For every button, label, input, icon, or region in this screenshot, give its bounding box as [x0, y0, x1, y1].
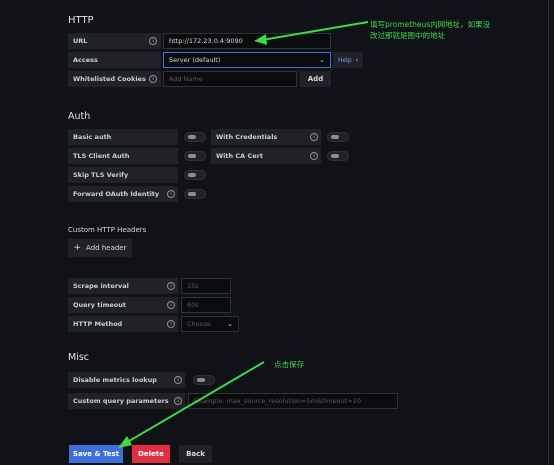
add-header-button[interactable]: + Add header	[68, 239, 132, 257]
query-timeout-input[interactable]: 60s	[181, 297, 231, 313]
back-button[interactable]: Back	[179, 445, 212, 463]
skip-tls-verify-label: Skip TLS Verify	[68, 167, 178, 183]
misc-section-title: Misc	[68, 352, 90, 363]
access-label: Access	[68, 52, 161, 68]
http-method-label: HTTP Method i	[68, 316, 178, 332]
forward-oauth-text: Forward OAuth Identity	[73, 190, 160, 198]
delete-button[interactable]: Delete	[132, 445, 170, 463]
with-ca-cert-label: With CA Cert i	[211, 148, 321, 164]
with-ca-cert-text: With CA Cert	[216, 152, 263, 160]
chevron-right-icon: ›	[355, 56, 359, 64]
with-credentials-label: With Credentials i	[211, 129, 321, 145]
right-edge-line	[548, 0, 549, 465]
help-button[interactable]: Help ›	[333, 52, 363, 68]
url-annotation-line2: 改过那就是图中的地址	[370, 31, 445, 40]
cookies-label: Whitelisted Cookies i	[68, 71, 161, 87]
info-icon: i	[310, 152, 318, 160]
cookies-input[interactable]: Add Name	[163, 71, 297, 87]
query-timeout-text: Query timeout	[73, 301, 126, 309]
url-label-text: URL	[73, 37, 88, 45]
with-credentials-toggle[interactable]	[327, 132, 349, 142]
help-label: Help	[337, 56, 352, 64]
skip-tls-verify-toggle[interactable]	[184, 170, 206, 180]
info-icon: i	[167, 301, 175, 309]
query-timeout-label: Query timeout i	[68, 297, 178, 313]
custom-query-label: Custom query parameters i	[68, 393, 185, 409]
save-test-button[interactable]: Save & Test	[69, 445, 123, 463]
custom-query-input[interactable]: Example: max_source_resolution=5m&timeou…	[188, 393, 398, 409]
url-annotation-note: 填写prometheus内网地址，如果没 改过那就是图中的地址	[370, 19, 490, 41]
custom-headers-title: Custom HTTP Headers	[68, 226, 147, 234]
info-icon: i	[167, 190, 175, 198]
http-method-select[interactable]: Choose ⌄	[181, 316, 239, 332]
disable-metrics-text: Disable metrics lookup	[73, 376, 157, 384]
url-annotation-line1: 填写prometheus内网地址，如果没	[370, 20, 491, 29]
http-method-value: Choose	[187, 320, 211, 328]
auth-section-title: Auth	[68, 111, 91, 122]
info-icon: i	[174, 397, 182, 405]
tls-client-auth-toggle[interactable]	[184, 151, 206, 161]
chevron-down-icon: ⌄	[227, 320, 233, 328]
scrape-interval-label: Scrape interval i	[68, 278, 178, 294]
add-cookie-button[interactable]: Add	[300, 71, 331, 87]
disable-metrics-label: Disable metrics lookup i	[68, 372, 185, 388]
info-icon: i	[310, 133, 318, 141]
url-input[interactable]: http://172.23.0.4:9090	[163, 33, 331, 49]
add-header-label: Add header	[86, 244, 127, 252]
url-label: URL i	[68, 33, 161, 49]
basic-auth-label: Basic auth	[68, 129, 178, 145]
info-icon: i	[167, 320, 175, 328]
with-ca-cert-toggle[interactable]	[327, 151, 349, 161]
info-icon: i	[174, 376, 182, 384]
custom-query-text: Custom query parameters	[73, 397, 169, 405]
scrape-interval-input[interactable]: 15s	[181, 278, 231, 294]
tls-client-auth-label: TLS Client Auth	[68, 148, 178, 164]
forward-oauth-toggle[interactable]	[184, 189, 206, 199]
http-method-text: HTTP Method	[73, 320, 123, 328]
scrape-interval-text: Scrape interval	[73, 282, 129, 290]
plus-icon: +	[73, 243, 82, 253]
access-select-value: Server (default)	[169, 56, 221, 64]
http-section-title: HTTP	[68, 15, 94, 26]
cookies-label-text: Whitelisted Cookies	[73, 75, 146, 83]
info-icon: i	[167, 282, 175, 290]
basic-auth-toggle[interactable]	[184, 132, 206, 142]
chevron-down-icon: ⌄	[319, 56, 325, 64]
info-icon: i	[149, 37, 157, 45]
forward-oauth-label: Forward OAuth Identity i	[68, 186, 178, 202]
with-credentials-text: With Credentials	[216, 133, 278, 141]
info-icon: i	[149, 75, 157, 83]
save-annotation-note: 点击保存	[274, 360, 304, 369]
disable-metrics-toggle[interactable]	[193, 375, 215, 385]
access-select[interactable]: Server (default) ⌄	[163, 52, 331, 68]
